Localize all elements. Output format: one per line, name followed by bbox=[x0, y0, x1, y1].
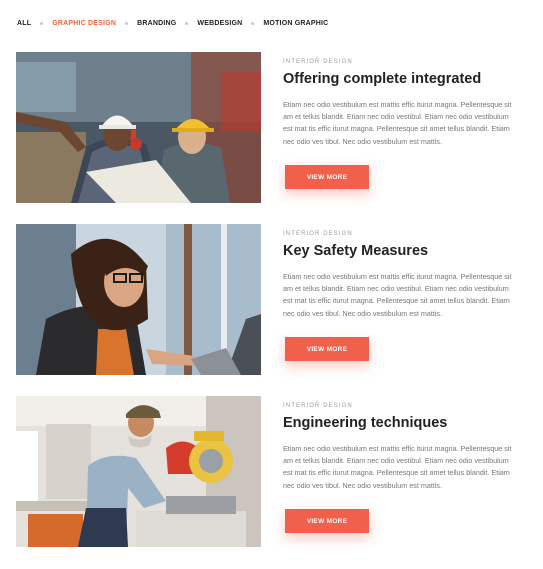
filter-separator-dot bbox=[185, 21, 189, 25]
post-image-miter-saw[interactable] bbox=[16, 396, 261, 547]
post-excerpt: Etiam nec odio vestibulum est mattis eff… bbox=[283, 444, 512, 490]
view-more-button[interactable]: VIEW MORE bbox=[285, 165, 369, 189]
view-more-button[interactable]: VIEW MORE bbox=[285, 337, 369, 361]
filter-graphic-design[interactable]: GRAPHIC DESIGN bbox=[52, 20, 116, 27]
post-image-woman-laptop[interactable] bbox=[16, 224, 261, 375]
filter-separator-dot bbox=[251, 21, 255, 25]
post-category: INTERIOR DESIGN bbox=[283, 59, 353, 65]
post-image-engineers[interactable] bbox=[16, 52, 261, 203]
engineers-photo-illustration bbox=[16, 52, 261, 203]
post-card: INTERIOR DESIGN Engineering techniques E… bbox=[16, 396, 526, 547]
post-content: INTERIOR DESIGN Engineering techniques E… bbox=[283, 396, 528, 533]
post-title[interactable]: Key Safety Measures bbox=[283, 243, 528, 259]
view-more-button[interactable]: VIEW MORE bbox=[285, 509, 369, 533]
filter-motion-graphic[interactable]: MOTION GRAPHIC bbox=[263, 20, 328, 27]
post-excerpt: Etiam nec odio vestibulum est mattis eff… bbox=[283, 100, 512, 146]
post-card: INTERIOR DESIGN Offering complete integr… bbox=[16, 52, 526, 203]
woman-laptop-photo-illustration bbox=[16, 224, 261, 375]
post-title[interactable]: Offering complete integrated bbox=[283, 71, 528, 87]
filter-branding[interactable]: BRANDING bbox=[137, 20, 176, 27]
post-content: INTERIOR DESIGN Key Safety Measures Etia… bbox=[283, 224, 528, 361]
post-title[interactable]: Engineering techniques bbox=[283, 415, 528, 431]
filter-webdesign[interactable]: WEBDESIGN bbox=[197, 20, 242, 27]
portfolio-filter-bar: ALL GRAPHIC DESIGN BRANDING WEBDESIGN MO… bbox=[17, 16, 328, 30]
miter-saw-photo-illustration bbox=[16, 396, 261, 547]
filter-separator-dot bbox=[40, 21, 44, 25]
post-excerpt: Etiam nec odio vestibulum est mattis eff… bbox=[283, 272, 512, 318]
post-category: INTERIOR DESIGN bbox=[283, 403, 353, 409]
filter-separator-dot bbox=[125, 21, 129, 25]
filter-all[interactable]: ALL bbox=[17, 20, 31, 27]
post-content: INTERIOR DESIGN Offering complete integr… bbox=[283, 52, 528, 189]
post-card: INTERIOR DESIGN Key Safety Measures Etia… bbox=[16, 224, 526, 375]
post-category: INTERIOR DESIGN bbox=[283, 231, 353, 237]
